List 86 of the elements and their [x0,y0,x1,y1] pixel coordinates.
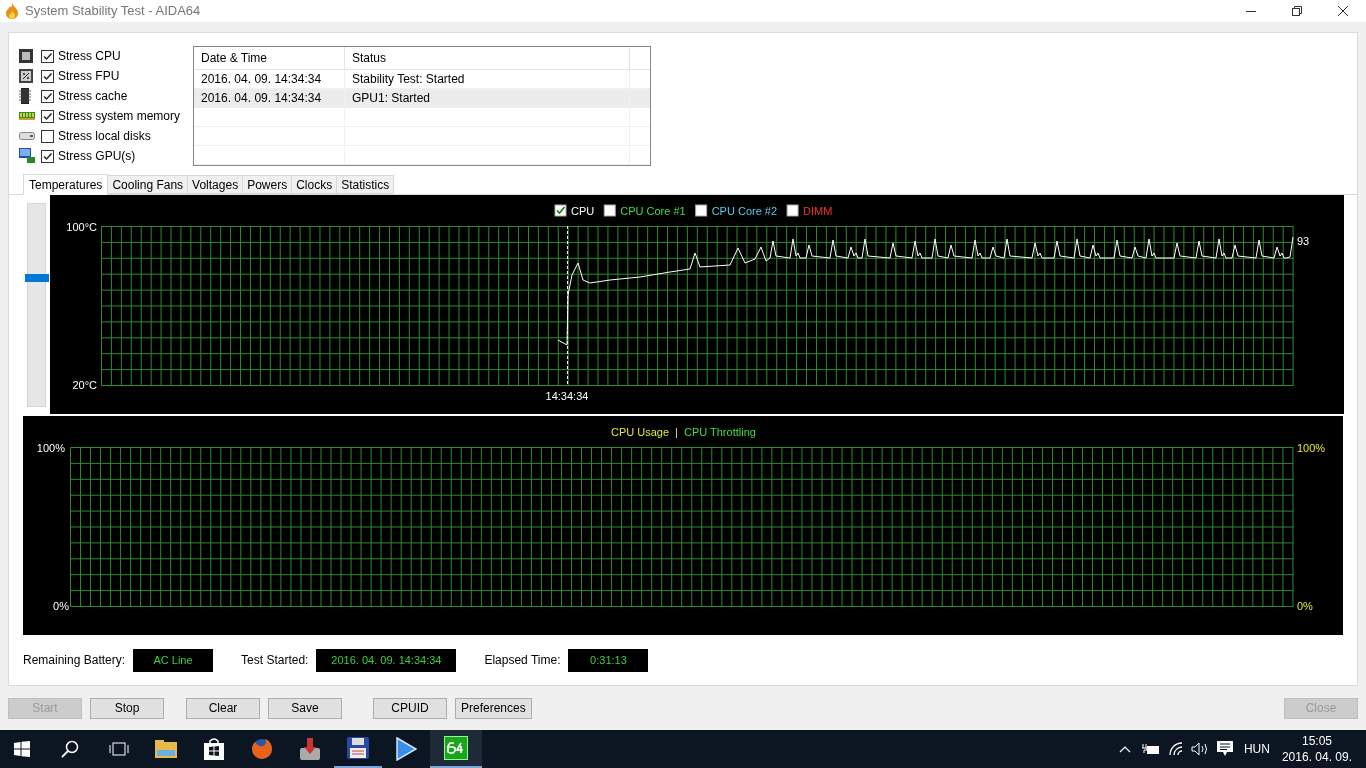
legend-label: CPU Throttling [683,426,756,439]
task-view-icon [109,742,129,756]
chip-icon [19,49,33,63]
clock-time[interactable]: 15:05 [1301,733,1332,749]
checkbox-label[interactable]: Stress local disks [58,127,151,145]
column-header[interactable]: Date & Time [194,47,345,69]
close-icon [1338,6,1348,16]
action-button[interactable]: Preferences [455,697,532,719]
table-cell-text: Stability Test: Started [352,71,465,88]
axis-label: 100°C [66,221,97,234]
action-button[interactable]: Stop [90,697,164,719]
axis-label: 100% [1297,442,1326,455]
field-label: Remaining Battery: [23,652,126,670]
checkbox[interactable] [41,49,54,63]
legend-label: CPU Usage [611,426,670,439]
legend-checkbox[interactable] [695,204,708,217]
axis-label: 0% [1297,600,1313,613]
tab[interactable]: Temperatures [23,174,109,196]
field-label: Test Started: [241,652,309,670]
slider-track[interactable] [26,203,46,408]
app-badge-icon [444,736,468,760]
download-box-icon [300,738,320,760]
hard-drive-icon [19,132,35,140]
memory-chip-icon [19,88,31,104]
tab[interactable]: Cooling Fans [108,175,189,195]
minimize-icon [1246,10,1256,12]
legend-label: CPU [571,205,595,218]
time-label: 14:34:34 [545,390,589,403]
tab[interactable]: Statistics [337,175,395,195]
legend-checkbox[interactable] [554,204,567,217]
table-cell-text: 2016. 04. 09. 14:34:34 [201,90,322,107]
log-row[interactable]: 2016. 04. 09. 14:34:34 Stability Test: Started [194,70,650,89]
legend-label: CPU Core #2 [711,205,778,218]
checkbox[interactable] [41,129,54,143]
folder-icon [155,740,177,758]
axis-label: 0% [53,600,69,613]
speaker-icon[interactable] [1190,742,1209,756]
flame-icon [5,3,19,19]
checkbox-label[interactable]: Stress GPU(s) [58,147,136,165]
legend-checkbox[interactable] [603,204,616,217]
ram-module-icon [19,112,35,120]
windows-logo-icon [14,741,30,757]
checkbox[interactable] [41,109,54,123]
wifi-icon[interactable] [1168,742,1185,756]
tab[interactable]: Clocks [292,175,338,195]
notification-icon[interactable] [1216,741,1233,757]
readout-field: 0:31:13 [568,648,649,672]
table-cell-text: 2016. 04. 09. 14:34:34 [201,71,322,88]
chevron-up-icon[interactable] [1118,745,1131,753]
checkbox[interactable] [41,149,54,163]
action-button[interactable]: Save [268,697,342,719]
taskbar-app-button[interactable] [430,730,482,768]
checkbox-label[interactable]: Stress system memory [58,107,180,125]
checkbox-label[interactable]: Stress cache [58,87,128,105]
action-button[interactable]: Clear [186,697,260,719]
current-value-label: 93 [1297,235,1310,248]
legend-label: CPU Core #1 [620,205,686,218]
monitor-card-icon [19,148,35,164]
axis-label: 100% [36,442,65,455]
checkbox-label[interactable]: Stress FPU [58,67,120,85]
axis-label: 20°C [72,379,97,392]
legend-label: DIMM [803,205,833,218]
action-button[interactable]: CPUID [373,697,447,719]
table-cell-text: GPU1: Started [352,90,431,107]
slider-thumb[interactable] [24,274,49,283]
checkbox-label[interactable]: Stress CPU [58,47,121,65]
tab[interactable]: Voltages [188,175,244,195]
checkbox[interactable] [41,89,54,103]
battery-plug-icon[interactable] [1141,743,1160,755]
search-icon [61,740,79,758]
readout-field: AC Line [133,648,214,672]
checkbox[interactable] [41,69,54,83]
legend-checkbox[interactable] [786,204,799,217]
clock-date[interactable]: 2016. 04. 09. [1281,749,1352,765]
tab[interactable]: Powers [243,175,293,195]
restore-icon [1292,6,1302,16]
column-header[interactable]: Status [345,47,630,69]
input-language[interactable]: HUN [1243,740,1270,758]
log-row[interactable]: 2016. 04. 09. 14:34:34 GPU1: Started [194,89,650,108]
window-title: System Stability Test - AIDA64 [25,2,201,21]
percent-chip-icon [19,69,33,83]
play-triangle-icon [395,737,417,761]
legend-separator: | [675,426,678,439]
store-bag-icon [204,738,224,760]
field-label: Elapsed Time: [484,652,561,670]
readout-field: 2016. 04. 09. 14:34:34 [316,648,457,672]
